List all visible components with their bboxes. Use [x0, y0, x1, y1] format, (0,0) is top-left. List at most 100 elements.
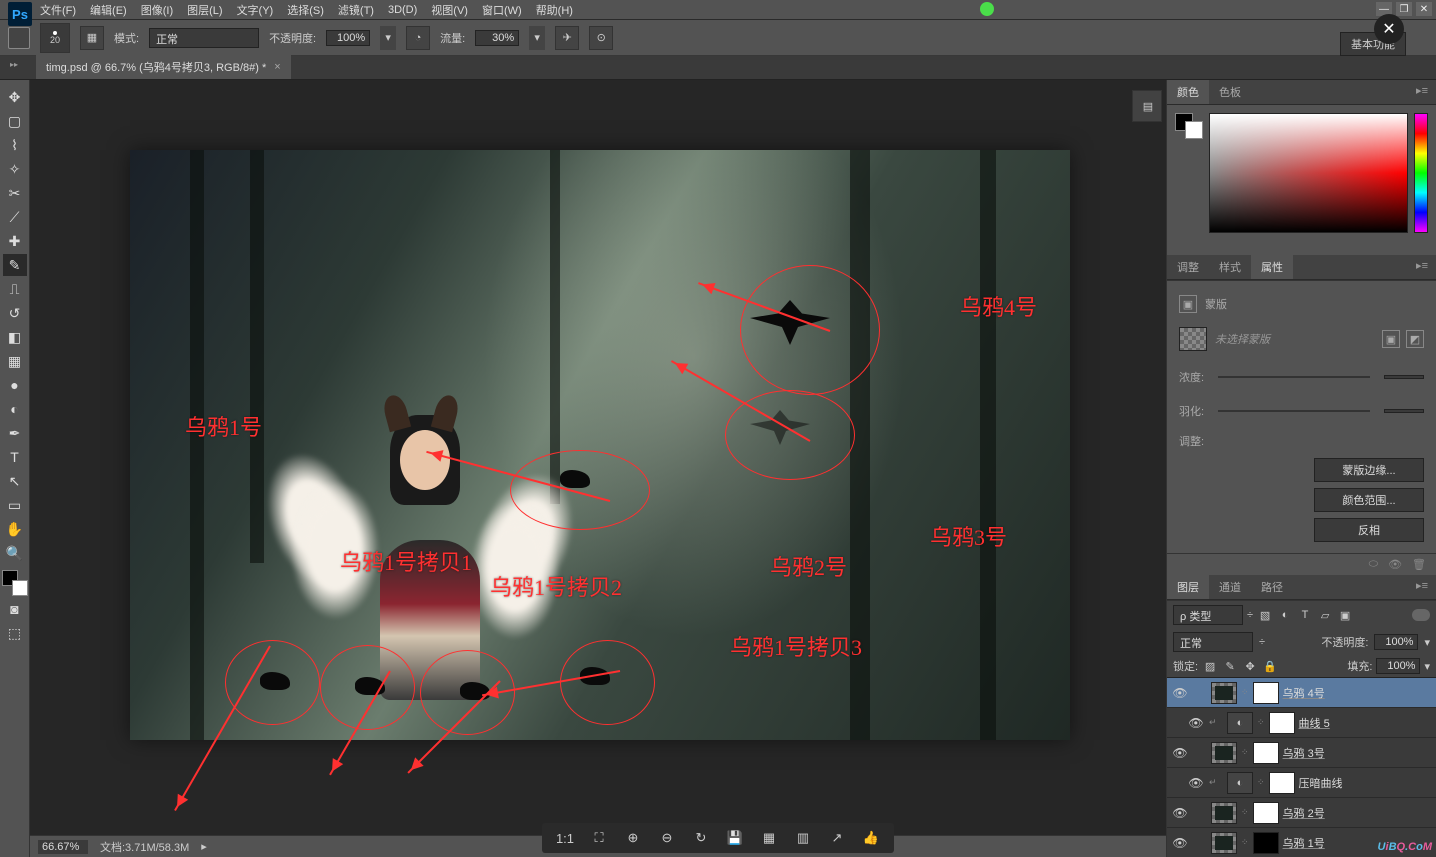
visibility-icon[interactable]: 👁: [1187, 716, 1205, 730]
panel-menu-icon[interactable]: ▸≡: [1408, 575, 1436, 599]
lock-position-icon[interactable]: ✥: [1242, 658, 1258, 674]
feather-value[interactable]: [1384, 409, 1424, 413]
visibility-icon[interactable]: 👁: [1171, 746, 1189, 760]
mask-thumbnail[interactable]: [1269, 712, 1295, 734]
layer-thumbnail[interactable]: [1211, 832, 1237, 854]
color-tab[interactable]: 颜色: [1167, 80, 1209, 104]
dodge-tool[interactable]: ◐: [3, 398, 27, 420]
vector-mask-button[interactable]: ◩: [1406, 330, 1424, 348]
lock-all-icon[interactable]: 🔒: [1262, 658, 1278, 674]
layer-thumbnail[interactable]: [1211, 802, 1237, 824]
airbrush-button[interactable]: ✈: [555, 26, 579, 50]
layer-row[interactable]: 👁↵◐⁘压暗曲线: [1167, 768, 1436, 798]
blur-tool[interactable]: ●: [3, 374, 27, 396]
menu-select[interactable]: 选择(S): [287, 2, 324, 18]
eye-icon[interactable]: 👁: [1388, 558, 1402, 571]
pressure-size-button[interactable]: ⊙: [589, 26, 613, 50]
menu-layer[interactable]: 图层(L): [187, 2, 222, 18]
menu-filter[interactable]: 滤镜(T): [338, 2, 374, 18]
layer-row[interactable]: 👁⁘乌鸦 4号: [1167, 678, 1436, 708]
close-button[interactable]: ✕: [1416, 2, 1432, 16]
tool-preset-picker[interactable]: [8, 27, 30, 49]
chevron-down-icon[interactable]: ▾: [1424, 660, 1430, 673]
adjustments-tab[interactable]: 调整: [1167, 255, 1209, 279]
invert-button[interactable]: 反相: [1314, 518, 1424, 542]
mask-thumbnail[interactable]: [1253, 682, 1279, 704]
visibility-icon[interactable]: 👁: [1171, 836, 1189, 850]
chevron-down-icon[interactable]: ▾: [1424, 636, 1430, 649]
eyedropper-tool[interactable]: ⟋: [3, 206, 27, 228]
magic-wand-tool[interactable]: ✧: [3, 158, 27, 180]
blend-mode-select[interactable]: 正常: [149, 28, 259, 48]
clip-icon[interactable]: ⬭: [1369, 558, 1378, 571]
trash-icon[interactable]: 🗑: [1412, 558, 1426, 571]
color-swatch[interactable]: [2, 570, 28, 596]
filter-pixel-icon[interactable]: ▧: [1257, 607, 1273, 623]
screenmode-tool[interactable]: ⬚: [3, 622, 27, 644]
mask-thumbnail[interactable]: [1253, 832, 1279, 854]
chevron-down-icon[interactable]: ÷: [1247, 609, 1253, 621]
filter-adjust-icon[interactable]: ◐: [1277, 607, 1293, 623]
opacity-dropdown[interactable]: ▾: [380, 26, 396, 50]
color-range-button[interactable]: 颜色范围...: [1314, 488, 1424, 512]
menu-view[interactable]: 视图(V): [431, 2, 468, 18]
zoom-out-icon[interactable]: ⊖: [654, 827, 680, 849]
layer-name[interactable]: 乌鸦 3号: [1283, 745, 1432, 761]
eraser-tool[interactable]: ◧: [3, 326, 27, 348]
menu-file[interactable]: 文件(F): [40, 2, 76, 18]
crop-tool[interactable]: ✂: [3, 182, 27, 204]
layer-row[interactable]: 👁↵◐⁘曲线 5: [1167, 708, 1436, 738]
layer-thumbnail[interactable]: [1211, 682, 1237, 704]
hand-tool[interactable]: ✋: [3, 518, 27, 540]
layer-row[interactable]: 👁⁘乌鸦 2号: [1167, 798, 1436, 828]
grid-icon[interactable]: ▦: [756, 827, 782, 849]
panel-icon[interactable]: ▥: [790, 827, 816, 849]
visibility-icon[interactable]: 👁: [1171, 806, 1189, 820]
marquee-tool[interactable]: ▢: [3, 110, 27, 132]
layer-name[interactable]: 曲线 5: [1299, 715, 1432, 731]
filter-shape-icon[interactable]: ▱: [1317, 607, 1333, 623]
zoom-ratio[interactable]: 1:1: [552, 827, 578, 849]
fill-input[interactable]: 100%: [1376, 658, 1420, 674]
menu-window[interactable]: 窗口(W): [482, 2, 522, 18]
color-field[interactable]: [1209, 113, 1408, 233]
move-tool[interactable]: ✥: [3, 86, 27, 108]
visibility-icon[interactable]: 👁: [1171, 686, 1189, 700]
lasso-tool[interactable]: ⌇: [3, 134, 27, 156]
history-brush-tool[interactable]: ↺: [3, 302, 27, 324]
layer-opacity-input[interactable]: 100%: [1374, 634, 1418, 650]
filter-type-icon[interactable]: T: [1297, 607, 1313, 623]
chevron-right-icon[interactable]: ▸: [201, 840, 207, 853]
flow-dropdown[interactable]: ▾: [529, 26, 545, 50]
density-value[interactable]: [1384, 375, 1424, 379]
document-tab[interactable]: timg.psd @ 66.7% (乌鸦4号拷贝3, RGB/8#) * ×: [36, 55, 291, 79]
rotate-icon[interactable]: ↻: [688, 827, 714, 849]
filter-toggle[interactable]: [1412, 609, 1430, 621]
menu-3d[interactable]: 3D(D): [388, 4, 417, 16]
pen-tool[interactable]: ✒: [3, 422, 27, 444]
layer-row[interactable]: 👁⁘乌鸦 3号: [1167, 738, 1436, 768]
share-icon[interactable]: ↗: [824, 827, 850, 849]
visibility-icon[interactable]: 👁: [1187, 776, 1205, 790]
properties-tab[interactable]: 属性: [1251, 255, 1293, 279]
layers-tab[interactable]: 图层: [1167, 575, 1209, 599]
lock-transparent-icon[interactable]: ▨: [1202, 658, 1218, 674]
zoom-in-icon[interactable]: ⊕: [620, 827, 646, 849]
layer-name[interactable]: 乌鸦 4号: [1283, 685, 1432, 701]
brush-tool[interactable]: ✎: [3, 254, 27, 276]
gradient-tool[interactable]: ▦: [3, 350, 27, 372]
brush-preset-picker[interactable]: 20: [40, 23, 70, 53]
maximize-button[interactable]: ❐: [1396, 2, 1412, 16]
layer-filter-select[interactable]: ρ 类型: [1173, 605, 1243, 625]
mask-thumbnail[interactable]: [1269, 772, 1295, 794]
menu-edit[interactable]: 编辑(E): [90, 2, 127, 18]
tab-expand-icon[interactable]: ▸▸: [10, 60, 18, 69]
fit-screen-icon[interactable]: ⛶: [586, 827, 612, 849]
channels-tab[interactable]: 通道: [1209, 575, 1251, 599]
quickmask-tool[interactable]: ◙: [3, 598, 27, 620]
layer-blend-select[interactable]: 正常: [1173, 632, 1253, 652]
pixel-mask-button[interactable]: ▣: [1382, 330, 1400, 348]
history-panel-icon[interactable]: ▤: [1137, 95, 1159, 117]
opacity-input[interactable]: 100%: [326, 30, 370, 46]
shape-tool[interactable]: ▭: [3, 494, 27, 516]
